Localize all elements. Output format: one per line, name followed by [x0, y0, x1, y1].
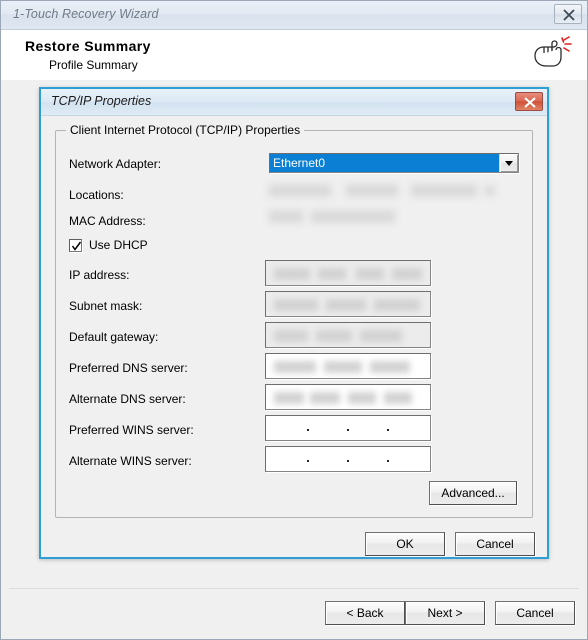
wizard-titlebar: 1-Touch Recovery Wizard	[1, 1, 587, 30]
ip-address-label: IP address:	[69, 268, 130, 282]
network-adapter-select[interactable]: Ethernet0	[269, 153, 519, 173]
dialog-cancel-button[interactable]: Cancel	[455, 532, 535, 556]
dialog-titlebar: TCP/IP Properties	[41, 89, 547, 116]
wizard-header: Restore Summary Profile Summary	[1, 30, 587, 81]
close-icon	[563, 9, 575, 21]
alternate-wins-server-label: Alternate WINS server:	[69, 454, 192, 468]
close-icon	[524, 97, 536, 108]
back-button[interactable]: < Back	[325, 601, 405, 625]
preferred-dns-server-input[interactable]	[265, 353, 431, 379]
chevron-down-icon[interactable]	[499, 154, 518, 172]
preferred-wins-server-input[interactable]	[265, 415, 431, 441]
network-adapter-label: Network Adapter:	[69, 157, 162, 171]
dialog-close-button[interactable]	[515, 92, 543, 111]
wizard-title: 1-Touch Recovery Wizard	[13, 7, 159, 21]
pointing-hand-click-icon	[531, 36, 573, 72]
checkbox-box	[69, 238, 82, 252]
mac-address-label: MAC Address:	[69, 214, 146, 228]
subnet-mask-input[interactable]	[265, 291, 431, 317]
alternate-dns-server-label: Alternate DNS server:	[69, 392, 186, 406]
ok-button[interactable]: OK	[365, 532, 445, 556]
ip-address-input[interactable]	[265, 260, 431, 286]
preferred-wins-server-label: Preferred WINS server:	[69, 423, 194, 437]
dialog-title: TCP/IP Properties	[51, 94, 152, 108]
default-gateway-label: Default gateway:	[69, 330, 159, 344]
close-button[interactable]	[554, 4, 582, 24]
default-gateway-input[interactable]	[265, 322, 431, 348]
groupbox-label: Client Internet Protocol (TCP/IP) Proper…	[66, 123, 305, 137]
advanced-button[interactable]: Advanced...	[429, 481, 517, 505]
locations-label: Locations:	[69, 188, 124, 202]
alternate-wins-server-input[interactable]	[265, 446, 431, 472]
page-title: Restore Summary	[25, 38, 151, 54]
ip-dot-separators	[266, 447, 430, 471]
wizard-cancel-button[interactable]: Cancel	[495, 601, 575, 625]
alternate-dns-server-input[interactable]	[265, 384, 431, 410]
tcpip-properties-dialog: TCP/IP Properties Client Internet Protoc…	[39, 87, 549, 559]
page-subtitle: Profile Summary	[49, 58, 138, 72]
use-dhcp-label: Use DHCP	[89, 238, 148, 252]
use-dhcp-checkbox[interactable]: Use DHCP	[69, 238, 148, 252]
checkmark-icon	[71, 241, 82, 251]
wizard-footer: < Back Next > Cancel	[1, 589, 587, 639]
next-button[interactable]: Next >	[405, 601, 485, 625]
preferred-dns-server-label: Preferred DNS server:	[69, 361, 188, 375]
wizard-window: 1-Touch Recovery Wizard Restore Summary …	[0, 0, 588, 640]
network-adapter-value: Ethernet0	[270, 154, 499, 172]
ip-dot-separators	[266, 416, 430, 440]
subnet-mask-label: Subnet mask:	[69, 299, 143, 313]
